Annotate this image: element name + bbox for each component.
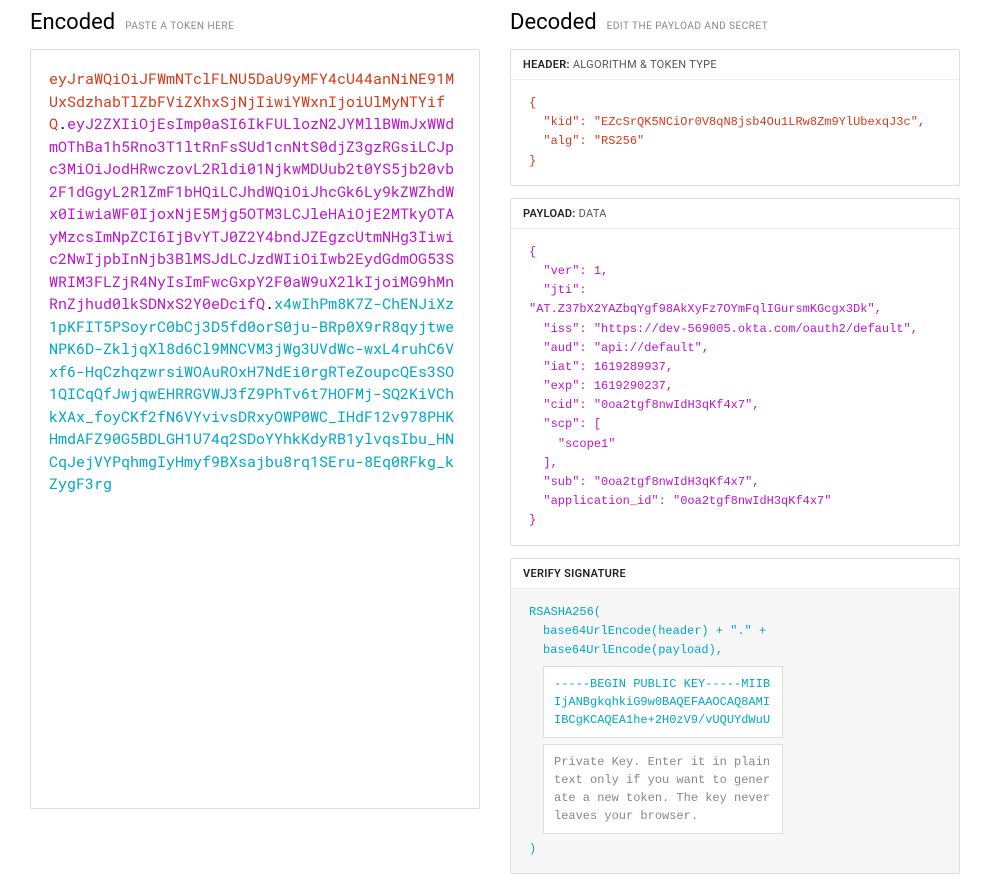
decoded-title-row: Decoded EDIT THE PAYLOAD AND SECRET [510, 10, 960, 35]
encoded-title: Encoded [30, 10, 115, 35]
token-dot: . [58, 114, 67, 134]
decoded-header-title: HEADER: ALGORITHM & TOKEN TYPE [511, 50, 959, 80]
payload-desc: DATA [579, 207, 607, 220]
encoded-column: Encoded PASTE A TOKEN HERE eyJraWQiOiJFW… [30, 10, 480, 886]
encoded-title-row: Encoded PASTE A TOKEN HERE [30, 10, 480, 35]
payload-exp: 1619290237 [594, 379, 666, 393]
payload-scp-item: scope1 [565, 437, 608, 451]
decoded-header-body[interactable]: { "kid": "EZcSrQK5NCiOr0V8qN8jsb4Ou1LRw8… [511, 80, 959, 185]
payload-sub: 0oa2tgf8nwIdH3qKf4x7 [601, 475, 745, 489]
sig-algo: RSASHA256( [529, 603, 941, 622]
sig-close: ) [529, 840, 941, 859]
decoded-column: Decoded EDIT THE PAYLOAD AND SECRET HEAD… [510, 10, 960, 886]
decoded-signature-title: VERIFY SIGNATURE [511, 559, 959, 589]
encoded-subtitle: PASTE A TOKEN HERE [125, 21, 234, 32]
header-desc: ALGORITHM & TOKEN TYPE [573, 58, 717, 71]
sig-line1: base64UrlEncode(header) + "." + [529, 622, 941, 641]
payload-ver: 1 [594, 264, 601, 278]
private-key-input[interactable]: Private Key. Enter it in plain text only… [543, 744, 783, 834]
decoded-title: Decoded [510, 10, 597, 35]
header-label: HEADER: [523, 58, 570, 71]
decoded-signature-body: RSASHA256( base64UrlEncode(header) + "."… [511, 589, 959, 874]
token-dot: . [265, 294, 274, 314]
decoded-payload-title: PAYLOAD: DATA [511, 199, 959, 229]
decoded-signature-section: VERIFY SIGNATURE RSASHA256( base64UrlEnc… [510, 558, 960, 875]
token-payload-segment: eyJ2ZXIiOjEsImp0aSI6IkFULlozN2JYMllBWmJx… [49, 114, 454, 314]
payload-iat: 1619289937 [594, 360, 666, 374]
payload-label: PAYLOAD: [523, 207, 576, 220]
decoded-header-section: HEADER: ALGORITHM & TOKEN TYPE { "kid": … [510, 49, 960, 186]
sig-line2: base64UrlEncode(payload), [529, 641, 941, 660]
header-alg: RS256 [601, 134, 637, 148]
payload-cid: 0oa2tgf8nwIdH3qKf4x7 [601, 398, 745, 412]
signature-label: VERIFY SIGNATURE [523, 567, 626, 580]
header-kid: EZcSrQK5NCiOr0V8qN8jsb4Ou1LRw8Zm9YlUbexq… [601, 115, 911, 129]
encoded-token-input[interactable]: eyJraWQiOiJFWmNTclFLNU5DaU9yMFY4cU44anNi… [30, 49, 480, 809]
payload-aud: api://default [601, 341, 695, 355]
decoded-subtitle: EDIT THE PAYLOAD AND SECRET [607, 21, 769, 32]
decoded-payload-section: PAYLOAD: DATA { "ver": 1, "jti": "AT.Z37… [510, 198, 960, 546]
decoded-payload-body[interactable]: { "ver": 1, "jti": "AT.Z37bX2YAZbqYgf98A… [511, 229, 959, 545]
public-key-input[interactable]: -----BEGIN PUBLIC KEY-----MIIBIjANBgkqhk… [543, 666, 783, 738]
payload-iss: https://dev-569005.okta.com/oauth2/defau… [601, 322, 903, 336]
payload-jti: AT.Z37bX2YAZbqYgf98AkXyFz7OYmFqlIGursmKG… [536, 302, 867, 316]
payload-appid: 0oa2tgf8nwIdH3qKf4x7 [680, 494, 824, 508]
payload-scp-key: scp [551, 417, 573, 431]
token-signature-segment: x4wIhPm8K7Z-ChENJiXz1pKFIT5PSoyrC0bCj3D5… [49, 294, 454, 494]
